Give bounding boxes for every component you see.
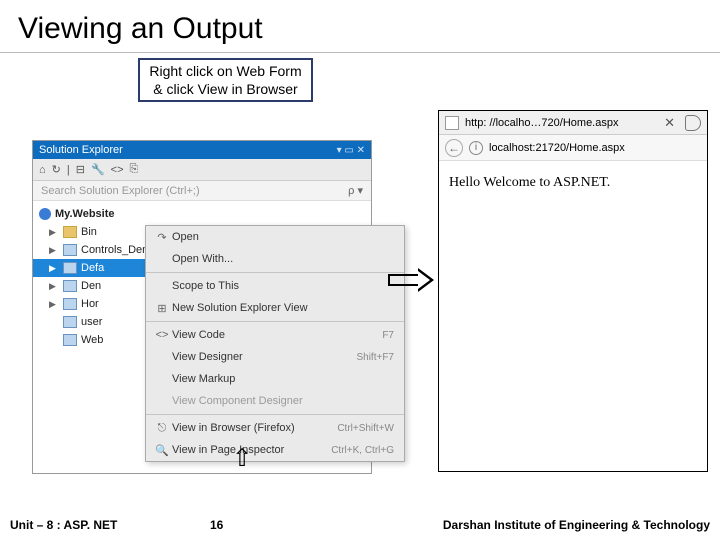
menu-item-open-with[interactable]: Open With... [146, 248, 404, 270]
code-icon[interactable]: <> [111, 164, 124, 176]
globe-icon [39, 208, 51, 220]
file-icon [63, 280, 77, 292]
context-menu: ↷ Open Open With... Scope to This ⊞ New … [145, 225, 405, 462]
link-icon[interactable]: ⎘ [130, 163, 139, 176]
divider [0, 52, 720, 53]
refresh-icon[interactable]: ↻ [52, 163, 61, 176]
search-placeholder: Search Solution Explorer (Ctrl+;) [41, 185, 200, 197]
tree-item-label: Web [81, 334, 103, 346]
slide-footer: Unit – 8 : ASP. NET 16 Darshan Institute… [0, 518, 720, 532]
file-icon [63, 316, 77, 328]
back-button[interactable]: ← [445, 139, 463, 157]
file-icon [63, 298, 77, 310]
close-tab-icon[interactable]: ✕ [664, 115, 675, 131]
tree-item-label: Bin [81, 226, 97, 238]
menu-shortcut: Shift+F7 [356, 352, 398, 363]
tree-root-label: My.Website [55, 208, 115, 220]
chevron-icon[interactable]: ▶ [49, 263, 59, 274]
tree-root[interactable]: My.Website [33, 205, 371, 223]
menu-item-view-markup[interactable]: View Markup [146, 368, 404, 390]
solution-explorer-toolbar[interactable]: ⌂ ↻ | ⊟ 🔧 <> ⎘ [33, 159, 371, 181]
menu-item-view-code[interactable]: <> View Code F7 [146, 324, 404, 346]
page-content: Hello Welcome to ASP.NET. [439, 161, 707, 205]
menu-item-page-inspector[interactable]: 🔍 View in Page Inspector Ctrl+K, Ctrl+G [146, 439, 404, 461]
tab-title: http: //localho…720/Home.aspx [465, 117, 618, 129]
code-icon: <> [152, 329, 172, 341]
tree-item-label: user [81, 316, 102, 328]
footer-unit: Unit – 8 : ASP. NET [0, 518, 210, 532]
address-text[interactable]: localhost:21720/Home.aspx [489, 142, 625, 154]
arrow-right-icon [388, 270, 436, 290]
menu-item-new-view[interactable]: ⊞ New Solution Explorer View [146, 297, 404, 319]
menu-item-view-browser[interactable]: ⎋ View in Browser (Firefox) Ctrl+Shift+W [146, 417, 404, 439]
toolbar-sep: | [67, 164, 70, 176]
menu-shortcut: Ctrl+K, Ctrl+G [331, 445, 398, 456]
instruction-callout: Right click on Web Form & click View in … [138, 58, 313, 102]
panel-controls[interactable]: ▾ ▭ ✕ [337, 145, 365, 156]
menu-separator [146, 272, 404, 273]
menu-item-scope[interactable]: Scope to This [146, 275, 404, 297]
file-icon [63, 262, 77, 274]
page-icon [445, 116, 459, 130]
search-dropdown-icon[interactable]: ρ ▾ [348, 184, 363, 197]
chevron-icon[interactable]: ▶ [49, 281, 59, 292]
chevron-icon[interactable]: ▶ [49, 227, 59, 238]
tree-item-label: Den [81, 280, 101, 292]
menu-label: Scope to This [172, 280, 398, 292]
solution-explorer-header: Solution Explorer ▾ ▭ ✕ [33, 141, 371, 159]
window-loop-icon [685, 115, 701, 131]
menu-label: View Designer [172, 351, 356, 363]
footer-institute: Darshan Institute of Engineering & Techn… [270, 518, 720, 532]
collapse-icon[interactable]: ⊟ [76, 163, 85, 176]
file-icon [63, 244, 77, 256]
info-icon[interactable]: i [469, 141, 483, 155]
browser-window: http: //localho…720/Home.aspx ✕ ← i loca… [438, 110, 708, 472]
tree-item-label: Hor [81, 298, 99, 310]
window-icon: ⊞ [152, 302, 172, 315]
menu-label: View Markup [172, 373, 398, 385]
browser-icon: ⎋ [152, 422, 172, 435]
folder-icon [63, 226, 77, 238]
menu-label: View Component Designer [172, 395, 398, 407]
browser-tab[interactable]: http: //localho…720/Home.aspx ✕ [439, 111, 707, 135]
browser-addressbar: ← i localhost:21720/Home.aspx [439, 135, 707, 161]
slide-title: Viewing an Output [0, 0, 720, 52]
tree-item-label: Defa [81, 262, 104, 274]
home-icon[interactable]: ⌂ [39, 164, 46, 176]
open-icon: ↷ [152, 231, 172, 244]
menu-item-component-designer: View Component Designer [146, 390, 404, 412]
menu-label: View Code [172, 329, 382, 341]
properties-icon[interactable]: 🔧 [91, 163, 105, 176]
menu-label: Open [172, 231, 398, 243]
menu-item-open[interactable]: ↷ Open [146, 226, 404, 248]
menu-label: Open With... [172, 253, 398, 265]
menu-separator [146, 321, 404, 322]
file-icon [63, 334, 77, 346]
solution-explorer-search[interactable]: Search Solution Explorer (Ctrl+;) ρ ▾ [33, 181, 371, 201]
inspector-icon: 🔍 [152, 444, 172, 457]
solution-explorer-title: Solution Explorer [39, 144, 123, 156]
arrow-up-icon: ⇧ [232, 444, 252, 473]
chevron-icon[interactable]: ▶ [49, 245, 59, 256]
chevron-icon[interactable]: ▶ [49, 299, 59, 310]
footer-page: 16 [210, 518, 270, 532]
menu-label: New Solution Explorer View [172, 302, 398, 314]
menu-item-view-designer[interactable]: View Designer Shift+F7 [146, 346, 404, 368]
menu-separator [146, 414, 404, 415]
menu-label: View in Browser (Firefox) [172, 422, 337, 434]
menu-shortcut: F7 [382, 330, 398, 341]
menu-shortcut: Ctrl+Shift+W [337, 423, 398, 434]
